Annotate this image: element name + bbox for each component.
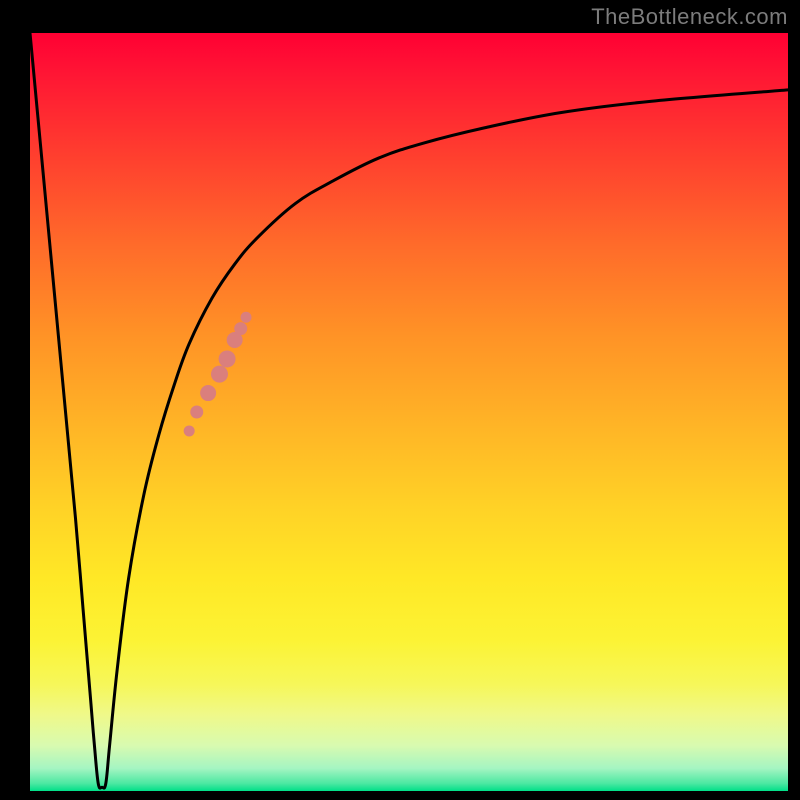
highlight-dot (190, 406, 203, 419)
bottleneck-curve-path (30, 33, 788, 788)
chart-curve-layer (30, 33, 788, 791)
highlight-dot (219, 350, 236, 367)
attribution-text: TheBottleneck.com (591, 4, 788, 30)
highlight-dot (200, 385, 216, 401)
highlight-dot (234, 322, 247, 335)
chart-plot-area (30, 33, 788, 791)
highlight-dot (241, 312, 252, 323)
highlight-dot (184, 425, 195, 436)
highlight-dot (211, 366, 228, 383)
